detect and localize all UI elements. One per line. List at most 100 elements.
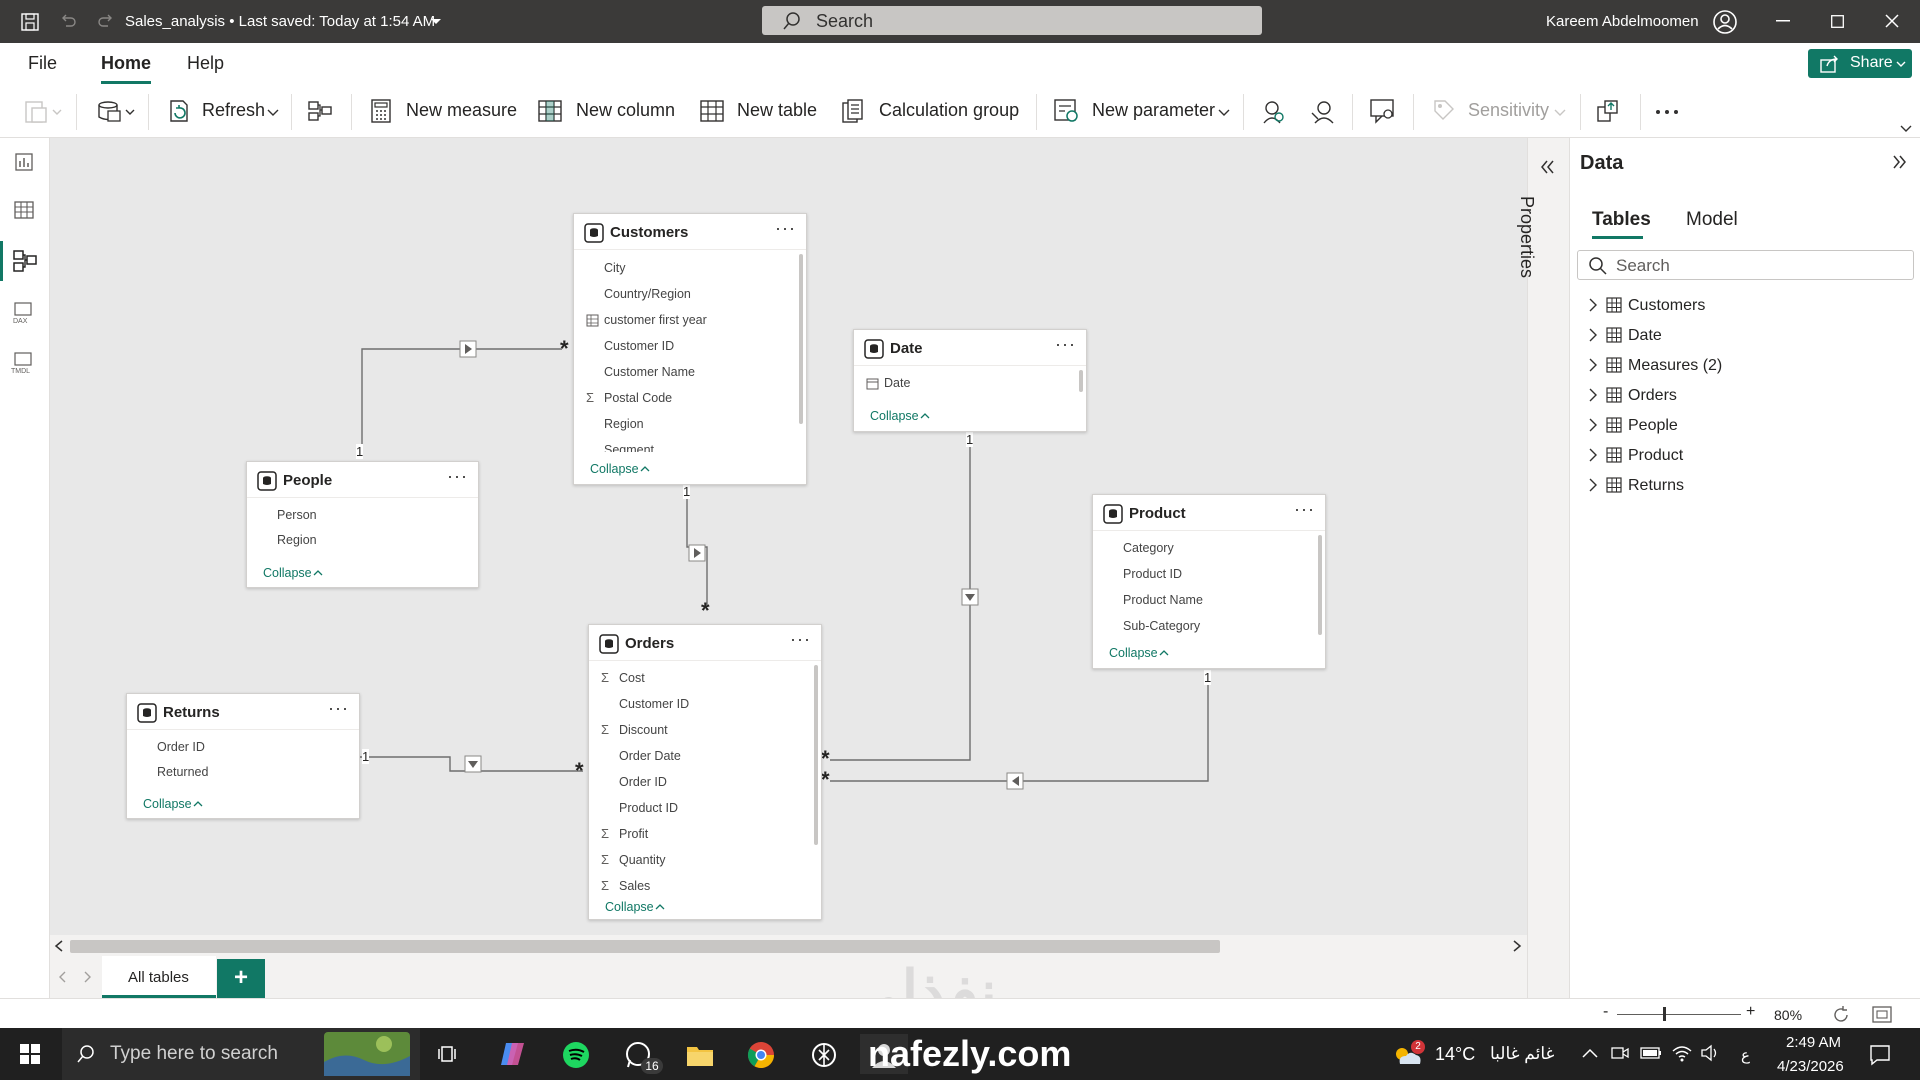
tab-scroll-right-icon[interactable]: [84, 971, 92, 983]
q-and-a-setup-icon[interactable]: [1370, 98, 1396, 124]
data-table-item[interactable]: Orders: [1628, 387, 1677, 405]
expand-chevron-icon[interactable]: [1588, 358, 1598, 372]
scrollbar[interactable]: [814, 665, 818, 845]
more-options-icon[interactable]: [1656, 110, 1680, 114]
field-item[interactable]: Region: [604, 417, 644, 431]
ribbon-collapse-icon[interactable]: [1900, 125, 1912, 132]
chevron-up-icon[interactable]: [1159, 649, 1169, 656]
field-item[interactable]: Order ID: [619, 775, 667, 789]
data-table-item[interactable]: Returns: [1628, 477, 1684, 495]
publish-icon[interactable]: [1596, 98, 1622, 124]
card-header[interactable]: Returns ···: [127, 694, 359, 730]
chevron-up-icon[interactable]: [313, 569, 323, 576]
field-item[interactable]: Customer ID: [619, 697, 689, 711]
dax-query-view-icon[interactable]: DAX: [12, 302, 36, 324]
field-item[interactable]: Date: [884, 376, 910, 390]
tab-scroll-left-icon[interactable]: [58, 971, 66, 983]
title-dropdown-icon[interactable]: [430, 18, 442, 26]
card-header[interactable]: Customers ···: [574, 214, 806, 250]
zoom-slider-thumb[interactable]: [1663, 1007, 1666, 1021]
show-hidden-icons-icon[interactable]: [1582, 1048, 1598, 1058]
collapse-link[interactable]: Collapse: [263, 566, 312, 580]
parameter-icon[interactable]: [1054, 99, 1080, 123]
collapse-link[interactable]: Collapse: [143, 797, 192, 811]
clock-date[interactable]: 4/23/2026: [1777, 1058, 1844, 1075]
field-item[interactable]: Product ID: [619, 801, 678, 815]
taskbar-search-input[interactable]: Type here to search: [62, 1028, 420, 1080]
chrome-icon[interactable]: [747, 1041, 775, 1069]
fit-to-screen-icon[interactable]: [1872, 1006, 1892, 1023]
scroll-left-icon[interactable]: [54, 940, 64, 952]
table-card-product[interactable]: Product ··· Category Product ID Product …: [1092, 494, 1326, 669]
card-header[interactable]: People ···: [247, 462, 478, 498]
weather-text[interactable]: غائم غالبا: [1490, 1044, 1554, 1064]
more-options-icon[interactable]: ···: [790, 629, 811, 650]
save-icon[interactable]: [18, 10, 42, 34]
volume-icon[interactable]: [1700, 1044, 1720, 1062]
table-card-orders[interactable]: Orders ··· Σ Cost Customer ID Σ Discount…: [588, 624, 822, 920]
chevron-down-icon[interactable]: [1218, 109, 1230, 116]
field-item[interactable]: Order ID: [157, 740, 205, 754]
table-card-date[interactable]: Date ··· Date Collapse: [853, 329, 1087, 432]
close-icon[interactable]: [1885, 14, 1899, 28]
data-search-input[interactable]: Search: [1577, 250, 1914, 280]
menu-file[interactable]: File: [28, 53, 57, 74]
menu-help[interactable]: Help: [187, 53, 224, 74]
column-icon[interactable]: [538, 100, 562, 122]
tab-tables[interactable]: Tables: [1592, 209, 1651, 231]
table-view-icon[interactable]: [14, 201, 34, 219]
more-options-icon[interactable]: ···: [447, 466, 468, 487]
field-item[interactable]: Returned: [157, 765, 208, 779]
spotify-icon[interactable]: [562, 1041, 590, 1069]
field-item[interactable]: Country/Region: [604, 287, 691, 301]
field-item[interactable]: Profit: [619, 827, 648, 841]
chevron-up-icon[interactable]: [640, 465, 650, 472]
copilot-icon[interactable]: [498, 1041, 526, 1067]
chevron-up-icon[interactable]: [920, 412, 930, 419]
meet-now-icon[interactable]: [1611, 1044, 1629, 1062]
clock-time[interactable]: 2:49 AM: [1786, 1034, 1841, 1051]
table-card-returns[interactable]: Returns ··· Order ID Returned Collapse: [126, 693, 360, 819]
chevron-up-icon[interactable]: [193, 800, 203, 807]
field-item[interactable]: customer first year: [604, 313, 707, 327]
data-table-item[interactable]: Product: [1628, 447, 1683, 465]
data-table-item[interactable]: People: [1628, 417, 1678, 435]
add-layout-button[interactable]: +: [217, 959, 265, 999]
field-item[interactable]: City: [604, 261, 626, 275]
data-table-item[interactable]: Measures (2): [1628, 357, 1722, 375]
temperature[interactable]: 14°C: [1435, 1044, 1475, 1065]
field-item[interactable]: Sales: [619, 879, 650, 893]
properties-label[interactable]: Properties: [1516, 196, 1537, 306]
expand-chevron-icon[interactable]: [1588, 388, 1598, 402]
more-options-icon[interactable]: ···: [1294, 499, 1315, 520]
expand-chevron-icon[interactable]: [1588, 448, 1598, 462]
table-card-customers[interactable]: Customers ··· City Country/Region custom…: [573, 213, 807, 485]
field-item[interactable]: Discount: [619, 723, 668, 737]
wifi-icon[interactable]: [1672, 1044, 1692, 1062]
data-table-item[interactable]: Date: [1628, 327, 1662, 345]
undo-icon[interactable]: [56, 10, 80, 34]
refresh-button[interactable]: Refresh: [202, 100, 265, 121]
new-parameter-button[interactable]: New parameter: [1092, 100, 1215, 121]
get-data-icon[interactable]: [96, 98, 122, 124]
search-input[interactable]: Search: [762, 6, 1262, 35]
windows-start-icon[interactable]: [20, 1044, 40, 1064]
tab-model[interactable]: Model: [1686, 209, 1738, 231]
card-header[interactable]: Date ···: [854, 330, 1086, 366]
card-header[interactable]: Product ···: [1093, 495, 1325, 531]
paste-icon[interactable]: [24, 98, 48, 124]
user-name[interactable]: Kareem Abdelmoomen: [1546, 13, 1699, 30]
expand-properties-icon[interactable]: [1540, 160, 1556, 174]
zoom-in-icon[interactable]: +: [1746, 1003, 1755, 1021]
field-item[interactable]: Category: [1123, 541, 1174, 555]
calculation-group-button[interactable]: Calculation group: [879, 100, 1019, 121]
account-icon[interactable]: [1712, 9, 1738, 35]
field-item[interactable]: Person: [277, 508, 317, 522]
collapse-data-pane-icon[interactable]: [1892, 155, 1908, 169]
calculator-icon[interactable]: [370, 99, 392, 123]
expand-chevron-icon[interactable]: [1588, 418, 1598, 432]
expand-chevron-icon[interactable]: [1588, 328, 1598, 342]
chevron-down-icon[interactable]: [125, 109, 135, 115]
chevron-down-icon[interactable]: [52, 109, 62, 115]
zoom-out-icon[interactable]: -: [1603, 1003, 1608, 1021]
